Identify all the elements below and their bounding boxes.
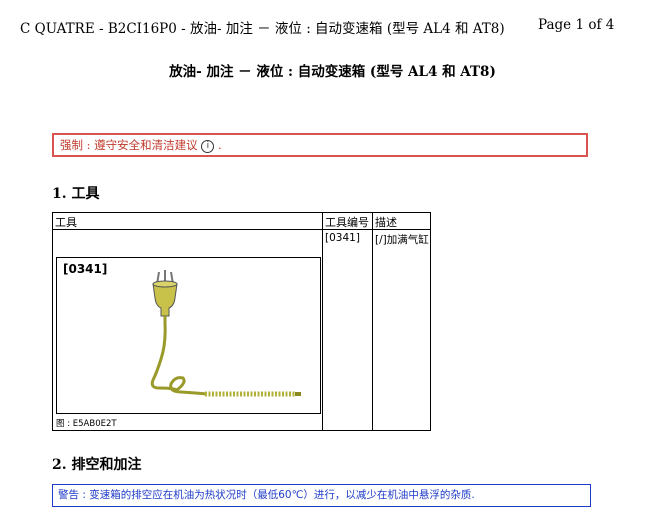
mandatory-text: 强制 : 遵守安全和清洁建议 <box>60 138 198 152</box>
column-header-tool: 工具 <box>55 216 77 229</box>
tool-figure[interactable]: [0341] <box>56 257 321 414</box>
page-title: 放油- 加注 － 液位 : 自动变速箱 (型号 AL4 和 AT8) <box>169 64 496 80</box>
page-indicator: Page 1 of 4 <box>538 17 615 33</box>
warning-notice: 警告 : 变速箱的排空应在机油为热状况时（最低60℃）进行，以减少在机油中悬浮的… <box>52 484 591 507</box>
mandatory-suffix: . <box>218 138 222 152</box>
figure-reference: [0341] <box>63 262 108 276</box>
tools-table: 工具 工具编号 描述 [0341] [/]加满气缸 [0341] 图 : E5A… <box>52 212 431 431</box>
column-header-description: 描述 <box>375 216 397 229</box>
mandatory-notice: 强制 : 遵守安全和清洁建议 i . <box>52 133 588 157</box>
document-header-title: C QUATRE - B2CI16P0 - 放油- 加注 － 液位 : 自动变速… <box>20 21 505 37</box>
section-heading-drain-fill: 2. 排空和加注 <box>52 457 142 473</box>
section-heading-tools: 1. 工具 <box>52 186 100 202</box>
info-circle-icon[interactable]: i <box>201 139 215 153</box>
description-cell[interactable]: [/]加满气缸 <box>375 232 429 247</box>
figure-caption: 图 : E5AB0E2T <box>56 419 117 429</box>
tool-number-cell[interactable]: [0341] <box>325 232 360 244</box>
column-header-tool-number: 工具编号 <box>325 216 369 229</box>
filling-cylinder-icon <box>150 270 301 397</box>
